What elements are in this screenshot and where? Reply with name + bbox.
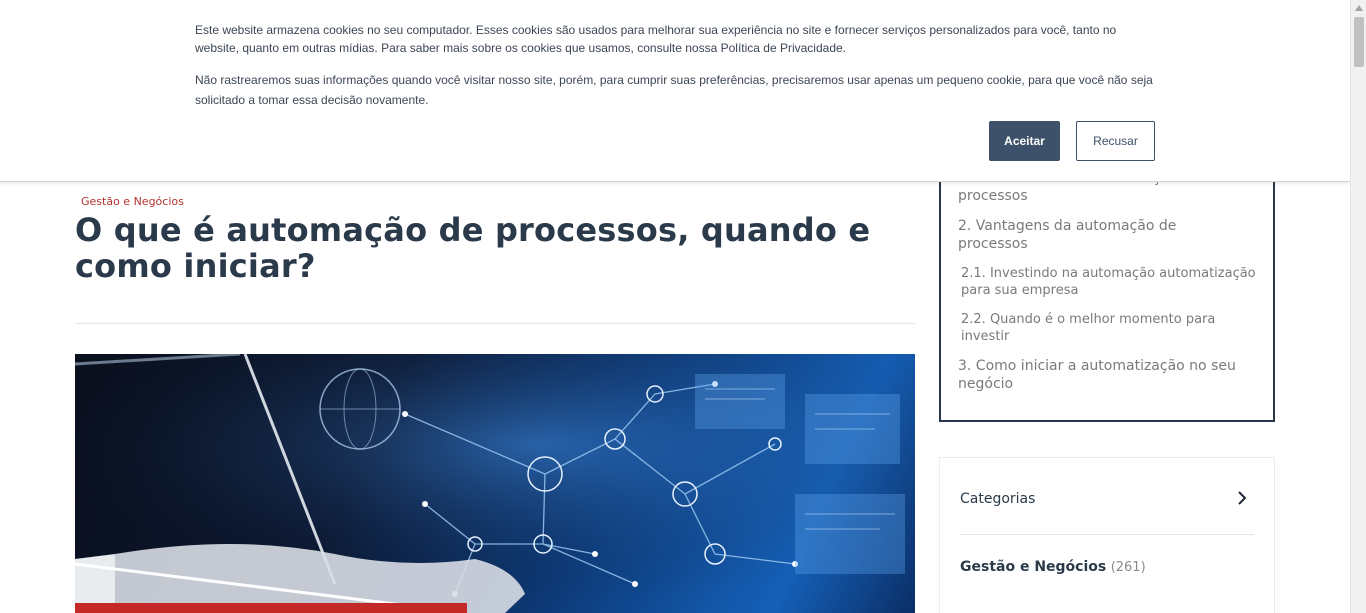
cookie-text-paragraph-1: Este website armazena cookies no seu com… xyxy=(195,23,1117,55)
accept-cookies-button[interactable]: Aceitar xyxy=(989,121,1060,161)
table-of-contents: 1. Como funciona a automação de processo… xyxy=(939,160,1275,422)
article-hero-image xyxy=(75,354,915,613)
toc-item-3[interactable]: 3. Como iniciar a automatização no seu n… xyxy=(958,357,1258,393)
cookie-text-paragraph-2: Não rastrearemos suas informações quando… xyxy=(195,73,1153,107)
cookie-consent-banner: Este website armazena cookies no seu com… xyxy=(0,0,1350,182)
category-item[interactable]: Gestão e Negócios (261) xyxy=(960,559,1146,575)
scroll-up-arrow-icon[interactable] xyxy=(1351,0,1366,16)
article-category-link[interactable]: Gestão e Negócios xyxy=(81,195,184,208)
toc-item-2-1[interactable]: 2.1. Investindo na automação automatizaç… xyxy=(961,265,1261,299)
categories-divider xyxy=(960,534,1254,535)
page-scrollbar[interactable] xyxy=(1350,0,1366,613)
toc-item-2-2[interactable]: 2.2. Quando é o melhor momento para inve… xyxy=(961,311,1251,345)
categories-heading[interactable]: Categorias xyxy=(960,491,1035,507)
category-name: Gestão e Negócios xyxy=(960,559,1107,575)
chevron-right-icon[interactable] xyxy=(1236,488,1250,508)
category-count: (261) xyxy=(1110,560,1146,575)
title-divider xyxy=(75,323,915,324)
hero-network-graphic xyxy=(75,354,915,613)
hero-red-accent-bar xyxy=(75,603,467,613)
scrollbar-thumb[interactable] xyxy=(1354,17,1364,67)
categories-widget: Categorias Gestão e Negócios (261) xyxy=(939,457,1275,613)
article-title: O que é automação de processos, quando e… xyxy=(75,211,871,285)
decline-cookies-button[interactable]: Recusar xyxy=(1076,121,1155,161)
toc-item-2[interactable]: 2. Vantagens da automação de processos xyxy=(958,217,1248,253)
